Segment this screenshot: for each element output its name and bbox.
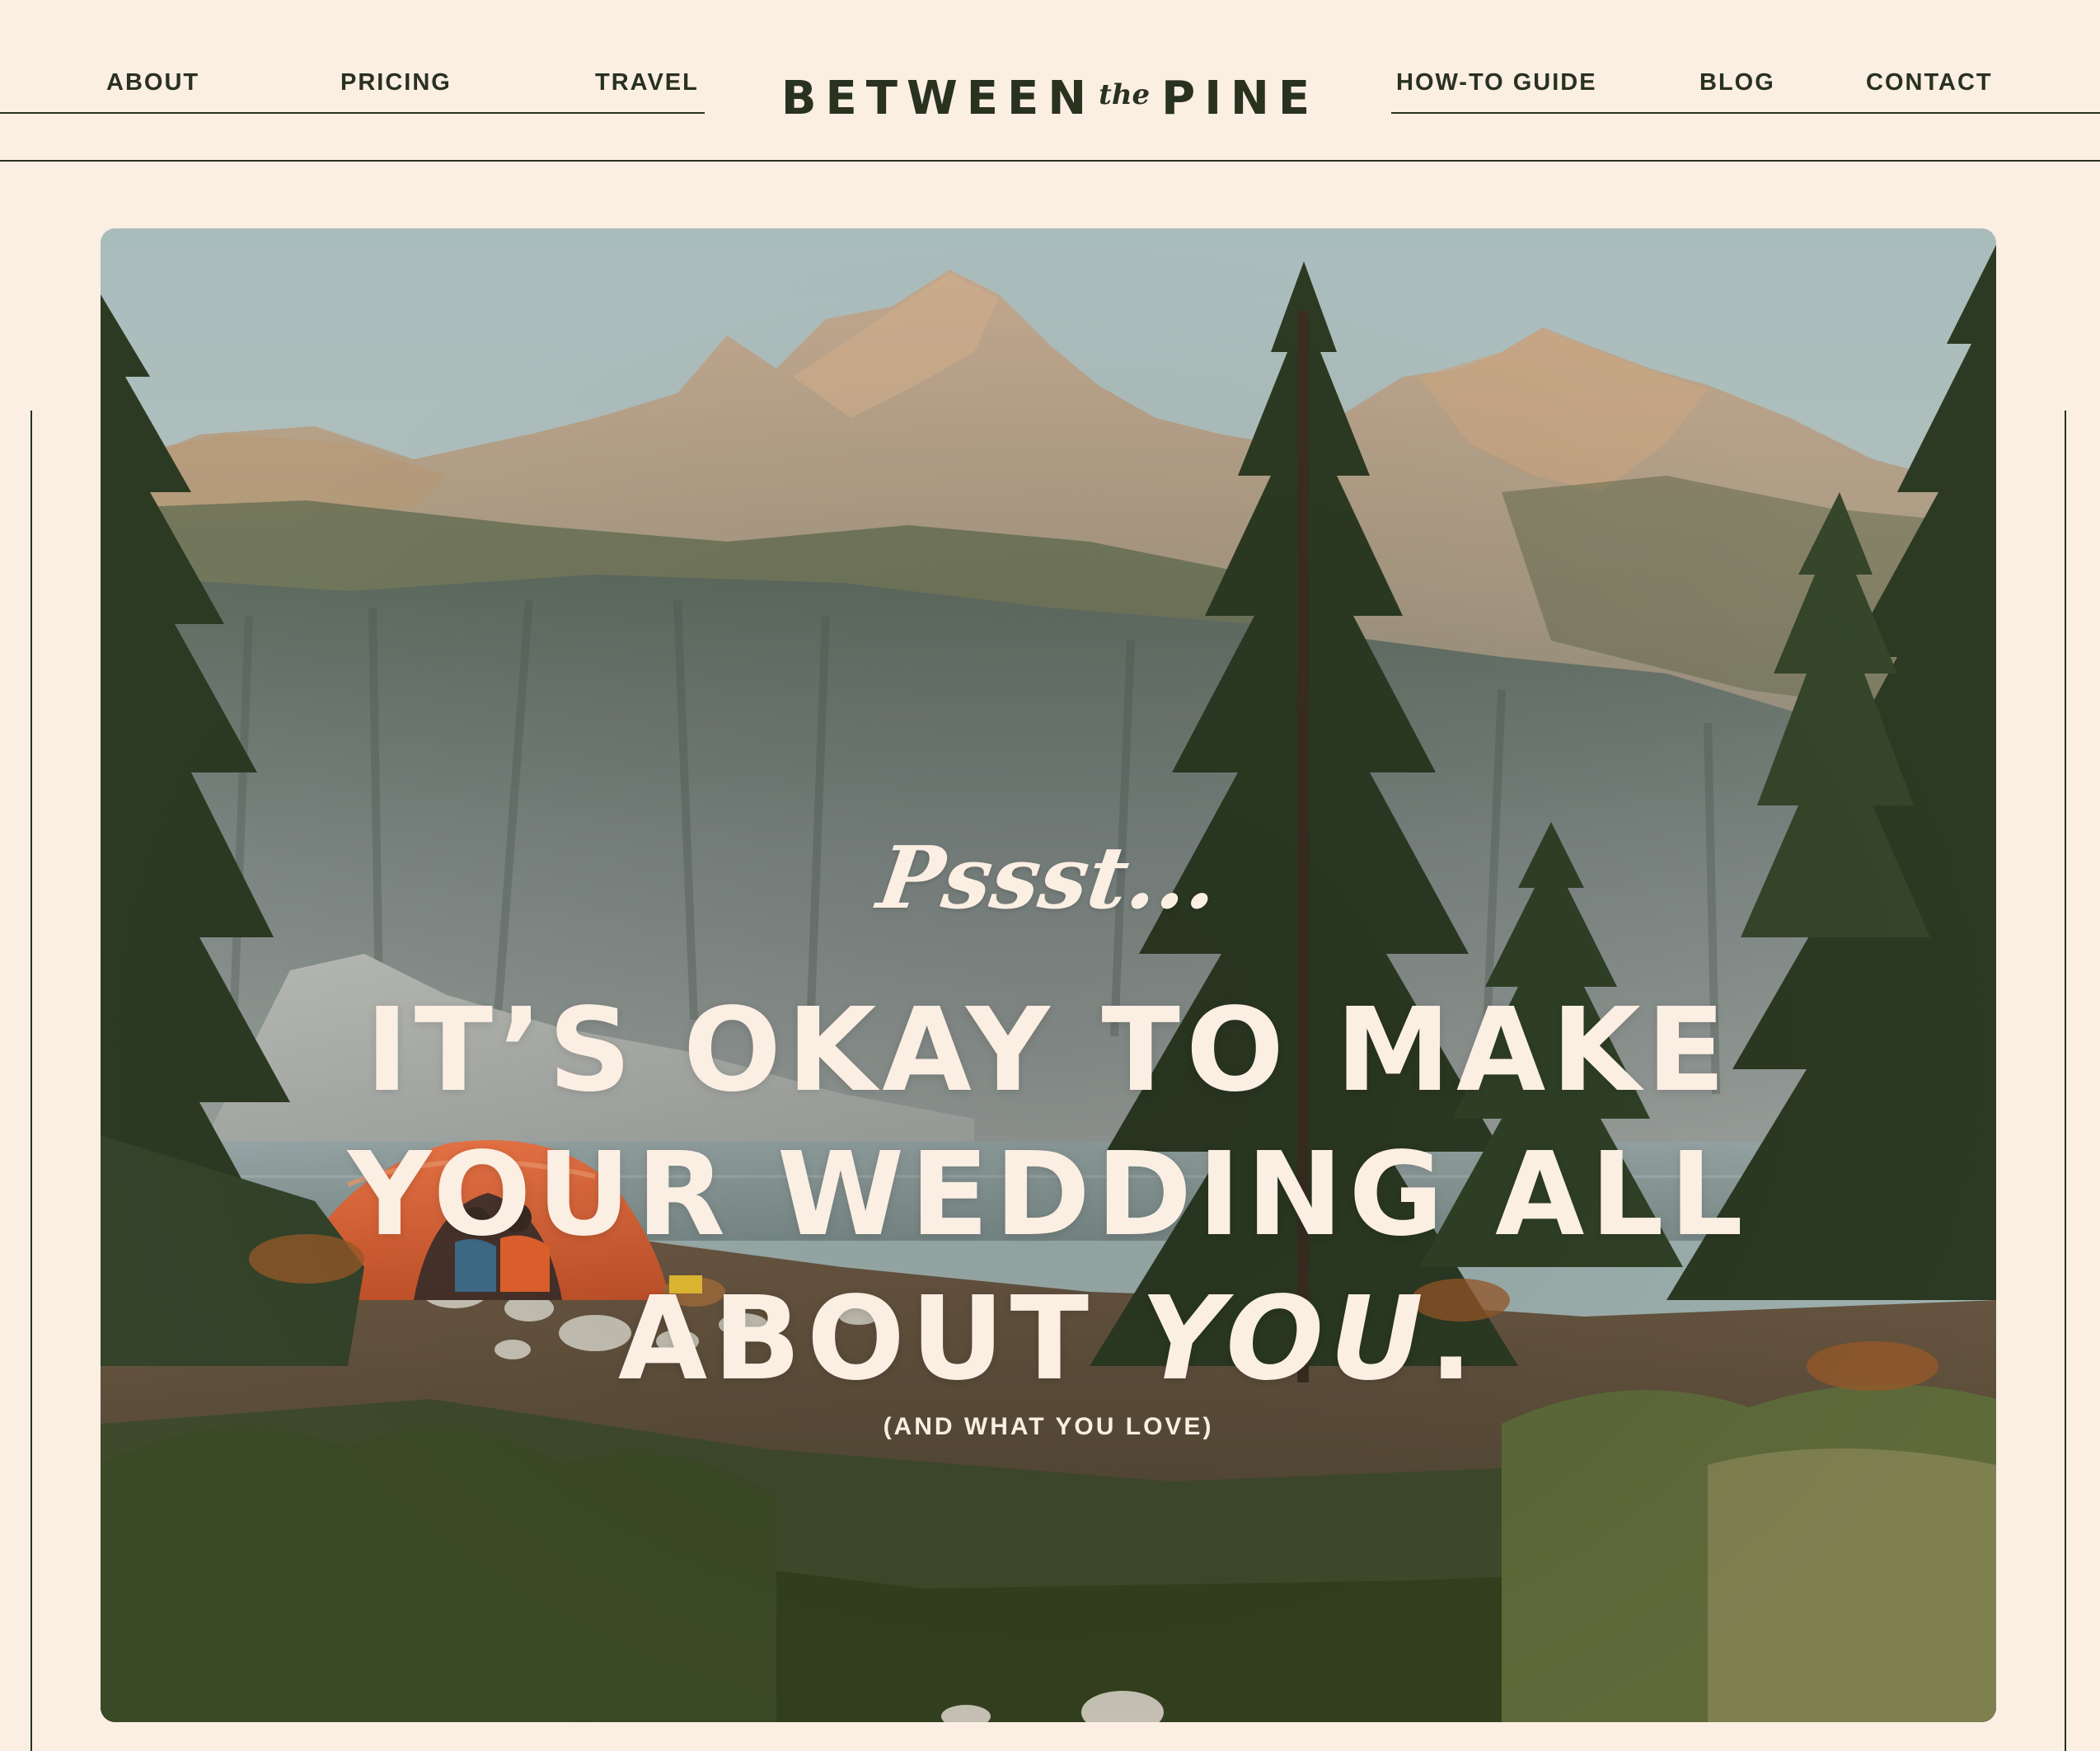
nav-pricing[interactable]: PRICING: [340, 69, 452, 96]
nav-contact[interactable]: CONTACT: [1866, 69, 1993, 96]
header-divider: [0, 160, 2100, 162]
hero-banner: Pssst... IT’S OKAY TO MAKE YOUR WEDDING …: [101, 228, 1996, 1722]
nav-how-to-guide[interactable]: HOW-TO GUIDE: [1396, 69, 1597, 96]
nav-about[interactable]: ABOUT: [106, 69, 199, 96]
logo-word-between: BETWEEN: [780, 71, 1096, 125]
nav-underline-right: [1391, 112, 2100, 114]
side-rule-right: [2065, 411, 2066, 1751]
hero-photo: [101, 228, 1996, 1722]
logo-word-the: the: [1099, 78, 1151, 111]
nav-blog[interactable]: BLOG: [1699, 69, 1775, 96]
side-rule-left: [30, 411, 32, 1751]
nav-underline-left: [0, 112, 705, 114]
nav-travel[interactable]: TRAVEL: [595, 69, 699, 96]
site-logo[interactable]: BETWEEN the PINE: [778, 69, 1322, 127]
logo-word-pine: PINE: [1161, 71, 1320, 125]
